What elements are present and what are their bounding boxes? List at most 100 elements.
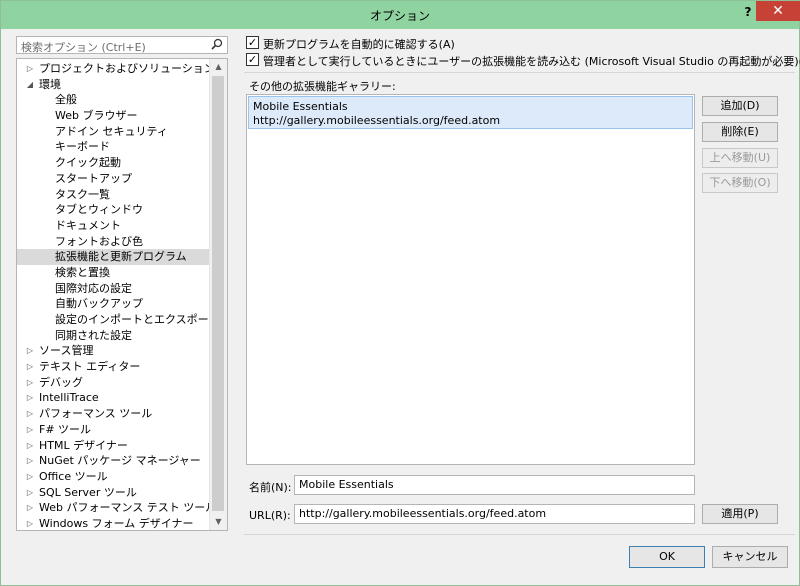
tree-item[interactable]: ▷ Windows フォーム デザイナー	[17, 516, 211, 530]
gallery-label: その他の拡張機能ギャラリー:	[249, 80, 396, 93]
tree-item-label: タスク一覧	[55, 187, 110, 201]
collapsed-arrow-icon[interactable]: ▷	[25, 359, 35, 375]
ok-button[interactable]: OK	[629, 546, 705, 568]
move-down-button[interactable]: 下へ移動(O)	[702, 173, 778, 193]
collapsed-arrow-icon[interactable]: ▷	[25, 438, 35, 454]
collapsed-arrow-icon[interactable]: ▷	[25, 422, 35, 438]
tree-item[interactable]: ▷ ソース管理	[17, 343, 211, 359]
tree-item[interactable]: Web ブラウザー	[17, 108, 211, 124]
collapsed-arrow-icon[interactable]: ▷	[25, 485, 35, 501]
tree-item[interactable]: タスク一覧	[17, 187, 211, 203]
tree-item-label: キーボード	[55, 140, 110, 154]
tree-item-label: F# ツール	[39, 422, 92, 436]
collapsed-arrow-icon[interactable]: ▷	[25, 343, 35, 359]
collapsed-arrow-icon[interactable]: ▷	[25, 453, 35, 469]
tree-item-label: プロジェクトおよびソリューション	[39, 62, 215, 75]
tree-item[interactable]: 検索と置換	[17, 265, 211, 281]
collapsed-arrow-icon[interactable]: ▷	[25, 61, 35, 77]
help-button[interactable]: ?	[741, 5, 755, 19]
tree-item-label: Windows フォーム デザイナー	[39, 516, 194, 530]
tree-item-label: NuGet パッケージ マネージャー	[39, 454, 201, 468]
scroll-down-arrow-icon[interactable]: ▼	[210, 514, 227, 530]
tree-item[interactable]: ▷ Office ツール	[17, 469, 211, 485]
tree-scrollbar[interactable]: ▲ ▼	[209, 59, 227, 530]
tree-item[interactable]: スタートアップ	[17, 171, 211, 187]
gallery-item[interactable]: Mobile Essentials http://gallery.mobilee…	[248, 96, 693, 129]
collapsed-arrow-icon[interactable]: ▷	[25, 375, 35, 391]
url-label: URL(R):	[249, 509, 291, 522]
title-bar[interactable]: オプション ? ✕	[1, 1, 800, 29]
search-placeholder: 検索オプション (Ctrl+E)	[21, 41, 146, 54]
tree-item-label: SQL Server ツール	[39, 485, 137, 499]
tree-item[interactable]: ▷ F# ツール	[17, 422, 211, 438]
expanded-arrow-icon[interactable]: ◢	[25, 77, 35, 93]
name-field[interactable]: Mobile Essentials	[294, 475, 695, 495]
cancel-button[interactable]: キャンセル	[712, 546, 788, 568]
tree-item[interactable]: 自動バックアップ	[17, 296, 211, 312]
tree-item[interactable]: クイック起動	[17, 155, 211, 171]
scroll-up-arrow-icon[interactable]: ▲	[210, 59, 227, 75]
tree-item[interactable]: フォントおよび色	[17, 234, 211, 250]
tree-item[interactable]: ▷ デバッグ	[17, 375, 211, 391]
tree-item-label: Office ツール	[39, 469, 108, 483]
options-tree[interactable]: ▷ プロジェクトおよびソリューション ◢ 環境全般 Web ブラウザー アドイン セキュリ…	[16, 58, 228, 531]
admin-load-label[interactable]: 管理者として実行しているときにユーザーの拡張機能を読み込む (Microsoft…	[263, 53, 800, 69]
tree-item-label: フォントおよび色	[55, 234, 143, 248]
tree-item-label: 環境	[39, 77, 61, 91]
dialog-title: オプション	[369, 9, 430, 23]
tree-item[interactable]: ▷ NuGet パッケージ マネージャー	[17, 453, 211, 469]
collapsed-arrow-icon[interactable]: ▷	[25, 469, 35, 485]
add-button[interactable]: 追加(D)	[702, 96, 778, 116]
url-field[interactable]: http://gallery.mobileessentials.org/feed…	[294, 504, 695, 524]
tree-item[interactable]: タブとウィンドウ	[17, 202, 211, 218]
tree-item[interactable]: 拡張機能と更新プログラム	[17, 249, 211, 265]
collapsed-arrow-icon[interactable]: ▷	[25, 406, 35, 422]
name-label: 名前(N):	[249, 481, 292, 494]
tree-item[interactable]: ▷ プロジェクトおよびソリューション	[17, 61, 215, 77]
tree-item[interactable]: ドキュメント	[17, 218, 211, 234]
tree-item[interactable]: アドイン セキュリティ	[17, 124, 211, 140]
remove-button[interactable]: 削除(E)	[702, 122, 778, 142]
tree-item-label: 自動バックアップ	[55, 297, 143, 311]
tree-item[interactable]: キーボード	[17, 139, 211, 155]
collapsed-arrow-icon[interactable]: ▷	[25, 390, 35, 406]
tree-item[interactable]: ◢ 環境	[17, 77, 211, 93]
tree-item-label: 国際対応の設定	[55, 281, 132, 295]
tree-item[interactable]: 同期された設定	[17, 328, 211, 344]
tree-list: ▷ プロジェクトおよびソリューション ◢ 環境全般 Web ブラウザー アドイン セキュリ…	[17, 61, 220, 530]
separator	[244, 534, 795, 535]
tree-item[interactable]: 全般	[17, 92, 211, 108]
tree-item[interactable]: 設定のインポートとエクスポート	[17, 312, 220, 328]
tree-item[interactable]: 国際対応の設定	[17, 281, 211, 297]
move-up-button[interactable]: 上へ移動(U)	[702, 148, 778, 168]
admin-load-checkbox[interactable]: ✓	[246, 53, 259, 66]
tree-item[interactable]: ▷ Web パフォーマンス テスト ツール	[17, 500, 216, 516]
tree-item-label: 検索と置換	[55, 265, 110, 279]
tree-item-label: パフォーマンス ツール	[39, 407, 153, 421]
tree-item-label: ソース管理	[39, 344, 94, 358]
tree-item-label: IntelliTrace	[39, 391, 99, 405]
tree-item-label: Web パフォーマンス テスト ツール	[39, 501, 217, 515]
close-button[interactable]: ✕	[756, 1, 800, 21]
scroll-thumb[interactable]	[212, 76, 224, 511]
tree-item[interactable]: ▷ パフォーマンス ツール	[17, 406, 211, 422]
collapsed-arrow-icon[interactable]: ▷	[25, 516, 35, 530]
search-icon[interactable]	[211, 38, 223, 53]
separator	[244, 72, 795, 73]
tree-item-label: 全般	[55, 93, 77, 107]
tree-item-label: アドイン セキュリティ	[55, 124, 168, 138]
tree-item[interactable]: ▷ HTML デザイナー	[17, 438, 211, 454]
tree-item-label: クイック起動	[55, 156, 121, 170]
gallery-list[interactable]: Mobile Essentials http://gallery.mobilee…	[246, 94, 695, 465]
tree-item-label: ドキュメント	[55, 218, 121, 232]
auto-update-checkbox[interactable]: ✓	[246, 36, 259, 49]
apply-button[interactable]: 適用(P)	[702, 504, 778, 524]
tree-item[interactable]: ▷ IntelliTrace	[17, 390, 211, 406]
gallery-item-name: Mobile Essentials	[253, 100, 348, 113]
tree-item[interactable]: ▷ テキスト エディター	[17, 359, 211, 375]
search-input[interactable]: 検索オプション (Ctrl+E)	[16, 36, 228, 54]
tree-item[interactable]: ▷ SQL Server ツール	[17, 485, 211, 501]
auto-update-label[interactable]: 更新プログラムを自動的に確認する(A)	[263, 36, 455, 52]
tree-item-label: 同期された設定	[55, 328, 132, 342]
collapsed-arrow-icon[interactable]: ▷	[25, 500, 35, 516]
